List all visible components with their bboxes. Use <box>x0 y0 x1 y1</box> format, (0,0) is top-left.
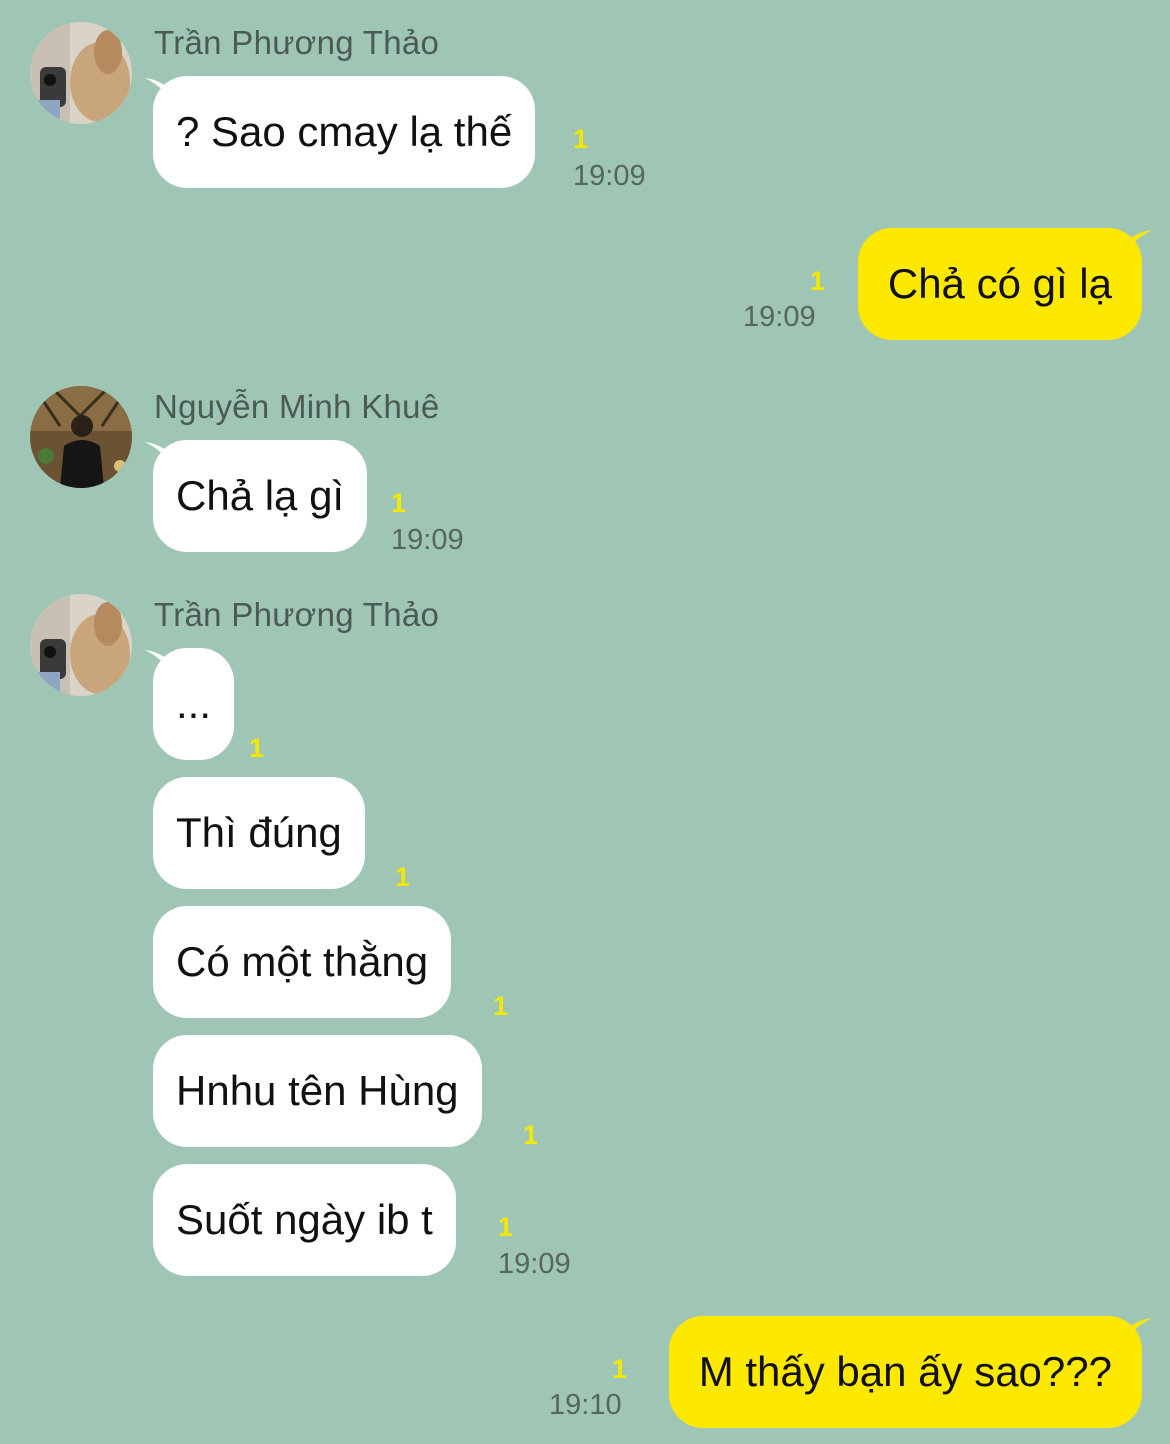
unread-count: 1 <box>249 733 265 763</box>
message-bubble[interactable]: Thì đúng <box>153 777 365 889</box>
unread-count: 1 <box>523 1120 539 1150</box>
message-bubble[interactable]: ? Sao cmay lạ thế <box>153 76 536 188</box>
bubble-tail <box>1120 230 1152 260</box>
unread-count: 1 <box>493 991 509 1021</box>
timestamp: 19:10 <box>549 1389 622 1421</box>
unread-count: 1 <box>810 266 826 296</box>
message-bubble[interactable]: ... <box>153 648 235 760</box>
timestamp: 19:09 <box>573 160 646 192</box>
message-bubble[interactable]: Suốt ngày ib t <box>153 1164 456 1276</box>
sender-name: Trần Phương Thảo <box>154 24 440 61</box>
cat-photo-icon <box>30 22 132 124</box>
sender-name: Nguyễn Minh Khuê <box>154 388 440 425</box>
unread-count: 1 <box>573 124 589 154</box>
unread-count: 1 <box>612 1354 628 1384</box>
unread-count: 1 <box>395 862 411 892</box>
message-bubble-outgoing[interactable]: M thấy bạn ấy sao??? <box>668 1316 1142 1428</box>
unread-count: 1 <box>391 488 407 518</box>
timestamp: 19:09 <box>498 1248 571 1280</box>
avatar-tran-phuong-thao[interactable] <box>30 594 132 696</box>
cat-photo-icon <box>30 594 132 696</box>
message-bubble[interactable]: Chả lạ gì <box>153 440 368 552</box>
avatar-tran-phuong-thao[interactable] <box>30 22 132 124</box>
timestamp: 19:09 <box>391 524 464 556</box>
message-bubble-outgoing[interactable]: Chả có gì lạ <box>857 228 1142 340</box>
unread-count: 1 <box>498 1212 514 1242</box>
sender-name: Trần Phương Thảo <box>154 596 440 633</box>
bubble-tail <box>1120 1318 1152 1348</box>
avatar-nguyen-minh-khue[interactable] <box>30 386 132 488</box>
message-bubble[interactable]: Có một thằng <box>153 906 452 1018</box>
timestamp: 19:09 <box>743 301 816 333</box>
message-bubble[interactable]: Hnhu tên Hùng <box>153 1035 482 1147</box>
person-photo-icon <box>30 386 132 488</box>
